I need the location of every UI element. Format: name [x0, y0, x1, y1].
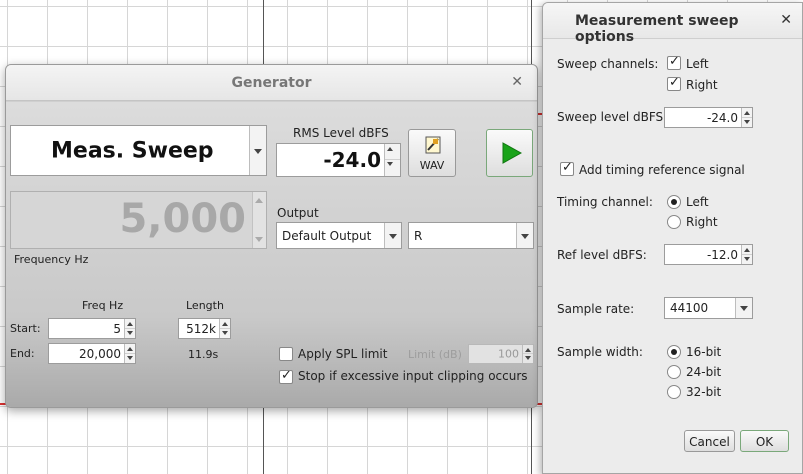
spin-up-icon[interactable] [125, 319, 135, 329]
generator-body: Meas. Sweep RMS Level dBFS -24.0 WAV 5,0… [6, 102, 537, 407]
spin-up-icon[interactable] [385, 144, 400, 160]
play-button[interactable] [486, 129, 533, 177]
timing-left-label: Left [686, 195, 709, 209]
sample-width-label: Sample width: [557, 345, 643, 359]
generator-title-bar[interactable]: Generator ✕ [6, 65, 537, 101]
timing-right-radio[interactable] [667, 215, 681, 229]
wav-button[interactable]: WAV [408, 129, 456, 177]
start-frequency-spinner[interactable]: 5 [48, 318, 136, 339]
sample-rate-value: 44100 [670, 301, 709, 315]
dialog-title: Measurement sweep options [575, 13, 739, 45]
start-label: Start: [10, 322, 41, 335]
end-label: End: [10, 347, 35, 360]
cancel-button[interactable]: Cancel [684, 430, 735, 452]
generator-title: Generator [231, 75, 312, 91]
sweep-level-label: Sweep level dBFS: [557, 110, 668, 124]
chevron-down-icon[interactable] [384, 223, 401, 248]
spin-down-icon[interactable] [125, 329, 135, 339]
spin-down-icon[interactable] [125, 354, 135, 364]
chevron-down-icon[interactable] [735, 298, 752, 318]
sample-rate-label: Sample rate: [557, 302, 635, 316]
length-header: Length [186, 299, 224, 312]
ref-level-label: Ref level dBFS: [557, 248, 647, 262]
timing-channel-label: Timing channel: [557, 195, 653, 209]
spin-up-icon[interactable] [255, 198, 263, 203]
output-channel-value: R [414, 228, 423, 243]
rms-level-label: RMS Level dBFS [293, 126, 389, 140]
spin-up-icon[interactable] [742, 245, 752, 255]
length-value: 512k [186, 321, 216, 336]
width-16-label: 16-bit [686, 345, 722, 359]
apply-spl-checkbox[interactable] [279, 347, 293, 361]
sweep-left-checkbox[interactable] [667, 54, 681, 70]
spin-up-icon[interactable] [125, 344, 135, 354]
spin-down-icon [523, 354, 533, 363]
length-spinner[interactable]: 512k [178, 318, 231, 339]
stop-clipping-label: Stop if excessive input clipping occurs [298, 369, 528, 383]
spin-down-icon[interactable] [742, 118, 752, 128]
width-24-label: 24-bit [686, 365, 722, 379]
output-device-select[interactable]: Default Output [276, 222, 402, 249]
width-24-radio[interactable] [667, 365, 681, 379]
ref-level-spinner[interactable]: -12.0 [664, 244, 753, 265]
frequency-spinner[interactable]: 5,000 [10, 191, 267, 249]
spin-up-icon[interactable] [742, 108, 752, 118]
play-icon [502, 142, 522, 164]
limit-value: 100 [498, 347, 519, 361]
spin-down-icon[interactable] [220, 329, 230, 339]
generator-window: Generator ✕ Meas. Sweep RMS Level dBFS -… [5, 64, 538, 408]
frequency-value: 5,000 [119, 196, 246, 242]
chevron-down-icon[interactable] [249, 126, 266, 175]
limit-spinner: 100 [468, 344, 534, 364]
sweep-options-dialog: Measurement sweep options ✕ Sweep channe… [542, 2, 803, 474]
signal-type-value: Meas. Sweep [51, 138, 214, 163]
freq-header: Freq Hz [82, 299, 124, 312]
chevron-down-icon[interactable] [516, 223, 533, 248]
output-label: Output [277, 206, 319, 220]
sweep-level-spinner[interactable]: -24.0 [664, 107, 753, 128]
sample-rate-select[interactable]: 44100 [664, 297, 753, 319]
length-duration: 11.9s [188, 348, 219, 361]
signal-type-select[interactable]: Meas. Sweep [10, 125, 267, 176]
timing-left-radio[interactable] [667, 195, 681, 209]
spin-down-icon[interactable] [385, 160, 400, 176]
limit-label: Limit (dB) [408, 348, 462, 361]
wav-label: WAV [419, 159, 445, 172]
frequency-label: Frequency Hz [14, 253, 89, 266]
width-16-radio[interactable] [667, 345, 681, 359]
close-icon[interactable]: ✕ [780, 12, 792, 28]
dialog-title-bar[interactable]: Measurement sweep options ✕ [543, 3, 802, 45]
cancel-button-label: Cancel [689, 435, 730, 449]
ok-button-label: OK [755, 435, 774, 449]
spin-down-icon[interactable] [742, 255, 752, 265]
width-32-label: 32-bit [686, 385, 722, 399]
wav-file-icon [425, 136, 441, 154]
sweep-level-value: -24.0 [706, 110, 738, 125]
stop-clipping-checkbox[interactable] [279, 368, 293, 384]
apply-spl-label: Apply SPL limit [298, 347, 388, 361]
close-icon[interactable]: ✕ [511, 74, 523, 90]
sweep-left-label: Left [686, 57, 709, 71]
output-device-value: Default Output [282, 228, 372, 243]
end-frequency-spinner[interactable]: 20,000 [48, 343, 136, 364]
timing-right-label: Right [686, 215, 718, 229]
ok-button[interactable]: OK [740, 430, 789, 452]
timing-reference-label: Add timing reference signal [579, 163, 745, 177]
width-32-radio[interactable] [667, 385, 681, 399]
rms-level-spinner[interactable]: -24.0 [276, 143, 401, 177]
spin-down-icon[interactable] [255, 237, 263, 242]
sweep-channels-label: Sweep channels: [557, 57, 659, 71]
start-frequency-value: 5 [113, 321, 121, 336]
spin-up-icon[interactable] [220, 319, 230, 329]
sweep-right-checkbox[interactable] [667, 75, 681, 91]
rms-level-value: -24.0 [323, 148, 381, 172]
ref-level-value: -12.0 [706, 247, 738, 262]
end-frequency-value: 20,000 [79, 346, 121, 361]
sweep-right-label: Right [686, 78, 718, 92]
output-channel-select[interactable]: R [408, 222, 534, 249]
timing-reference-checkbox[interactable] [560, 160, 574, 176]
spin-up-icon [523, 345, 533, 354]
